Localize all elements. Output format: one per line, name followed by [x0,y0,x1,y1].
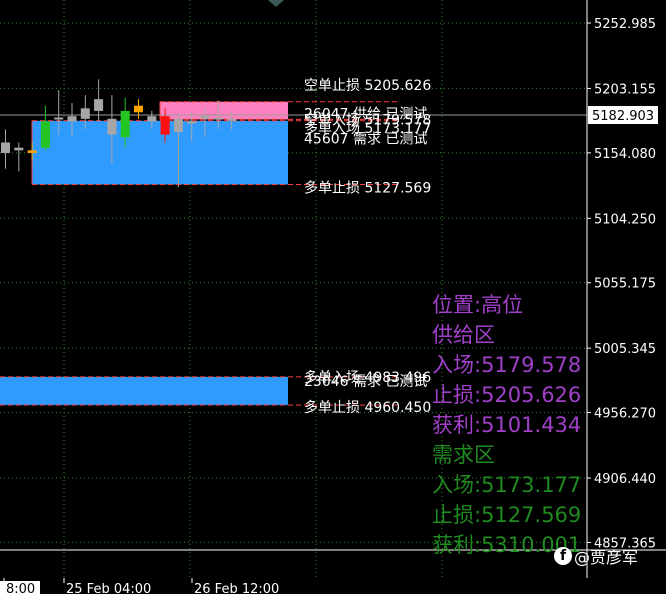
info-demand-entry: 入场:5173.177 [432,473,582,497]
candle-body[interactable] [227,118,237,121]
scroll-marker-icon[interactable] [268,0,284,7]
info-supply-stop: 止损:5205.626 [432,383,582,407]
level-label: 45607 需求 已测试 [304,132,427,148]
price-tick-label: 5252.985 [594,17,656,32]
price-tick-label: 5154.080 [594,147,656,162]
demand-zone[interactable] [0,376,288,406]
candle-body[interactable] [67,116,77,122]
info-position: 位置:高位 [432,293,524,317]
candle-body[interactable] [187,121,197,124]
candle-body[interactable] [80,108,90,119]
candle-body[interactable] [160,116,170,135]
info-demand-stop: 止损:5127.569 [432,503,582,527]
candle-body[interactable] [1,142,10,153]
info-panel: 位置:高位 供给区 入场:5179.578 止损:5205.626 获利:510… [432,290,590,560]
candle-body[interactable] [173,118,183,132]
watermark-handle: @贾彦军 [574,548,639,567]
level-label: 空单止损 5205.626 [304,78,431,94]
candle-body[interactable] [134,105,143,113]
candle-body[interactable] [40,121,50,148]
candle-body[interactable] [14,147,24,151]
level-label: 23046 需求 已测试 [304,374,427,390]
candle-body[interactable] [107,118,117,135]
info-demand-title: 需求区 [432,443,495,467]
info-supply-entry: 入场:5179.578 [432,353,582,377]
candle-body[interactable] [120,110,130,138]
facebook-icon: f [554,547,572,565]
price-tick-label: 4956.270 [594,407,656,422]
price-tick-label: 5005.345 [594,342,656,357]
price-tick-label: 5104.250 [594,212,656,227]
info-supply-title: 供给区 [432,323,495,347]
level-label: 多单止损 5127.569 [304,180,431,197]
current-price-label: 5182.903 [592,109,654,124]
price-tick-label: 5055.175 [594,277,656,292]
candle-body[interactable] [147,116,157,122]
candle-body[interactable] [54,117,64,120]
info-supply-target: 获利:5101.434 [432,413,582,437]
candle-body[interactable] [213,117,223,120]
time-tick-label: 8:00 [6,582,35,594]
supply-zone[interactable] [160,101,288,120]
watermark: f @贾彦军 [554,543,638,569]
candle-body[interactable] [200,116,210,119]
candle-body[interactable] [27,150,37,153]
price-tick-label: 5203.155 [594,82,656,97]
demand-zone[interactable] [32,120,288,185]
candle-body[interactable] [94,99,104,111]
time-tick-label: 26 Feb 12:00 [194,582,279,594]
chart-root: 空单止损 5205.626 26047 供给 已测试 空单入场 5179.578 多单… [0,0,666,594]
price-tick-label: 4906.440 [594,472,656,487]
time-tick-label: 25 Feb 04:00 [66,582,151,594]
level-label: 多单止损 4960.450 [304,399,431,416]
